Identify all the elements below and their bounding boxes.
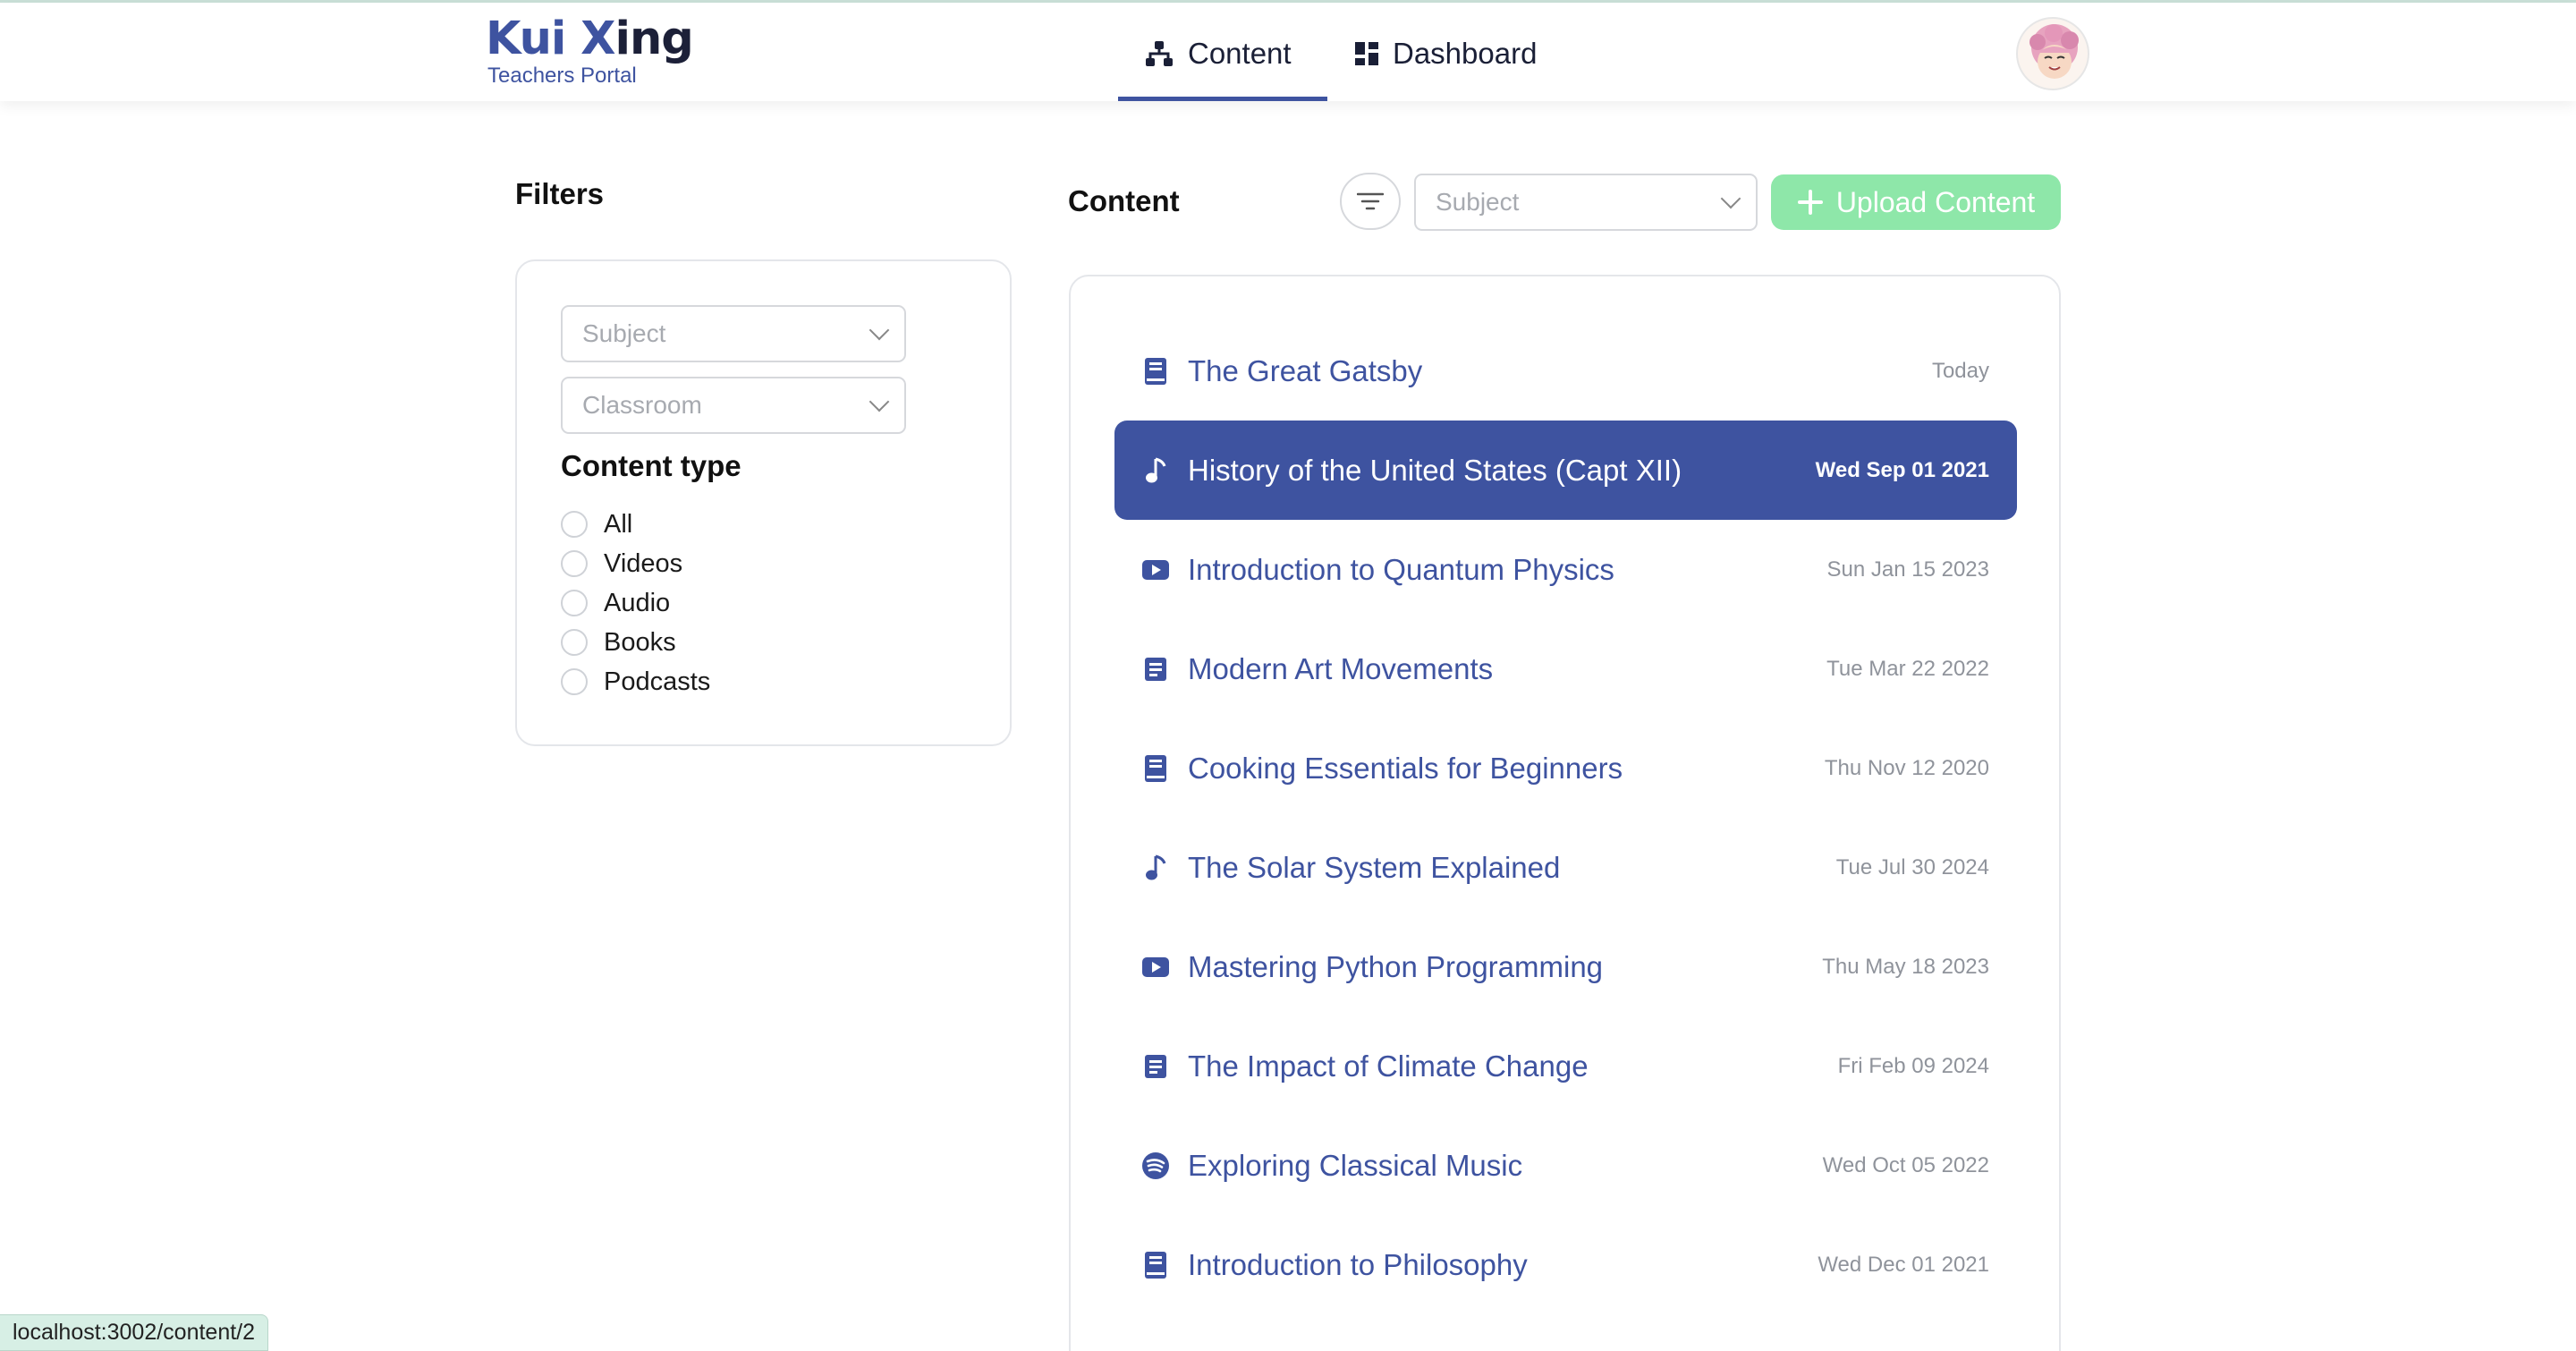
content-item-date: Tue Jul 30 2024	[1835, 854, 1989, 879]
content-type-option-label: All	[604, 509, 633, 539]
content-list-item[interactable]: Exploring Classical Music Wed Oct 05 202…	[1114, 1116, 2017, 1215]
content-list-item[interactable]: Modern Art Movements Tue Mar 22 2022	[1114, 619, 2017, 718]
brand-title: Kui Xing	[486, 13, 694, 65]
content-item-title: Exploring Classical Music	[1188, 1148, 1523, 1182]
radio-button[interactable]	[561, 511, 588, 538]
brand-title-part1: Kui	[486, 13, 581, 65]
classroom-filter-select[interactable]: Classroom	[561, 377, 906, 434]
book-icon	[1145, 1251, 1166, 1279]
book-icon	[1145, 357, 1166, 385]
content-item-date: Sun Jan 15 2023	[1826, 557, 1990, 582]
chevron-down-icon	[869, 319, 890, 341]
filters-panel: Subject Classroom Content type All Video…	[515, 259, 1012, 746]
content-item-date: Fri Feb 09 2024	[1837, 1053, 1989, 1078]
content-item-date: Thu Nov 12 2020	[1824, 755, 1989, 780]
brand-subtitle: Teachers Portal	[487, 64, 637, 88]
brand-title-part2: X	[580, 13, 615, 65]
content-list-item[interactable]: The Great Gatsby Today	[1114, 321, 2017, 421]
user-avatar[interactable]	[2016, 17, 2089, 90]
content-list-item[interactable]: History of the United States (Capt XII) …	[1114, 421, 2017, 520]
content-heading: Content	[1068, 184, 1180, 217]
upload-content-label: Upload Content	[1835, 185, 2036, 218]
content-item-date: Wed Dec 01 2021	[1818, 1252, 1989, 1277]
content-item-title: The Impact of Climate Change	[1188, 1049, 1589, 1083]
music-note-icon	[1146, 854, 1166, 879]
chevron-down-icon	[1720, 188, 1741, 209]
video-icon	[1142, 956, 1169, 977]
content-type-option-podcasts[interactable]: Podcasts	[561, 664, 710, 700]
content-item-title: History of the United States (Capt XII)	[1188, 453, 1682, 487]
content-item-title: The Great Gatsby	[1188, 353, 1423, 387]
content-list-item[interactable]: The Impact of Climate Change Fri Feb 09 …	[1114, 1016, 2017, 1116]
brand-title-part3: ing	[614, 13, 694, 65]
sitemap-icon	[1146, 40, 1173, 66]
content-item-date: Wed Sep 01 2021	[1815, 457, 1989, 482]
subject-filter-placeholder: Subject	[582, 319, 666, 347]
content-subject-select[interactable]: Subject	[1414, 174, 1758, 231]
classroom-filter-placeholder: Classroom	[582, 391, 702, 419]
content-item-title: Mastering Python Programming	[1188, 949, 1604, 983]
nav-tab-dashboard-label: Dashboard	[1393, 36, 1538, 70]
nav-tab-content-label: Content	[1188, 36, 1292, 70]
podcast-icon	[1142, 1151, 1169, 1179]
content-type-option-all[interactable]: All	[561, 506, 632, 542]
content-item-date: Tue Mar 22 2022	[1826, 656, 1989, 681]
dashboard-grid-icon	[1355, 41, 1378, 65]
content-type-option-videos[interactable]: Videos	[561, 546, 682, 582]
plus-icon	[1797, 190, 1823, 215]
top-nav-bar: Kui Xing Teachers Portal Content Dashboa…	[0, 3, 2576, 101]
content-type-heading: Content type	[561, 449, 741, 482]
subject-filter-select[interactable]: Subject	[561, 305, 906, 362]
book-icon	[1145, 754, 1166, 782]
content-item-title: Introduction to Philosophy	[1188, 1247, 1528, 1281]
link-status-bar: localhost:3002/content/2	[0, 1314, 269, 1351]
music-note-icon	[1146, 457, 1166, 482]
content-item-date: Wed Oct 05 2022	[1822, 1152, 1989, 1177]
sort-filter-button[interactable]	[1340, 173, 1401, 230]
filters-heading: Filters	[515, 177, 605, 210]
content-type-option-books[interactable]: Books	[561, 625, 676, 660]
radio-button[interactable]	[561, 629, 588, 656]
content-item-date: Today	[1931, 358, 1989, 383]
radio-button[interactable]	[561, 590, 588, 616]
content-list-item[interactable]: Introduction to Philosophy Wed Dec 01 20…	[1114, 1215, 2017, 1314]
filter-lines-icon	[1357, 192, 1384, 210]
nav-tab-content[interactable]: Content	[1118, 5, 1327, 101]
content-type-option-label: Videos	[604, 548, 683, 578]
nav-tab-dashboard[interactable]: Dashboard	[1355, 5, 1570, 101]
chevron-down-icon	[869, 391, 890, 412]
content-list-item[interactable]: Mastering Python Programming Thu May 18 …	[1114, 917, 2017, 1016]
content-item-title: Introduction to Quantum Physics	[1188, 552, 1614, 586]
content-type-option-label: Podcasts	[604, 667, 711, 696]
video-icon	[1142, 559, 1169, 580]
content-list: The Great Gatsby Today History of the Un…	[1069, 275, 2061, 1351]
document-icon	[1145, 1054, 1166, 1078]
content-type-option-label: Audio	[604, 588, 671, 617]
content-type-option-label: Books	[604, 627, 676, 657]
brand-logo[interactable]: Kui Xing Teachers Portal	[486, 13, 694, 88]
content-item-date: Thu May 18 2023	[1822, 954, 1989, 979]
content-list-item[interactable]: Introduction to Quantum Physics Sun Jan …	[1114, 520, 2017, 619]
avatar-face-icon	[2029, 24, 2079, 79]
radio-button[interactable]	[561, 550, 588, 577]
content-item-title: Cooking Essentials for Beginners	[1188, 751, 1623, 785]
content-item-title: Modern Art Movements	[1188, 651, 1494, 685]
content-list-item[interactable]: Cooking Essentials for Beginners Thu Nov…	[1114, 718, 2017, 818]
content-type-option-audio[interactable]: Audio	[561, 585, 670, 621]
content-item-title: The Solar System Explained	[1188, 850, 1561, 884]
document-icon	[1145, 657, 1166, 681]
radio-button[interactable]	[561, 668, 588, 695]
upload-content-button[interactable]: Upload Content	[1771, 174, 2061, 230]
content-subject-placeholder: Subject	[1436, 188, 1520, 216]
content-list-item[interactable]: The Solar System Explained Tue Jul 30 20…	[1114, 818, 2017, 917]
